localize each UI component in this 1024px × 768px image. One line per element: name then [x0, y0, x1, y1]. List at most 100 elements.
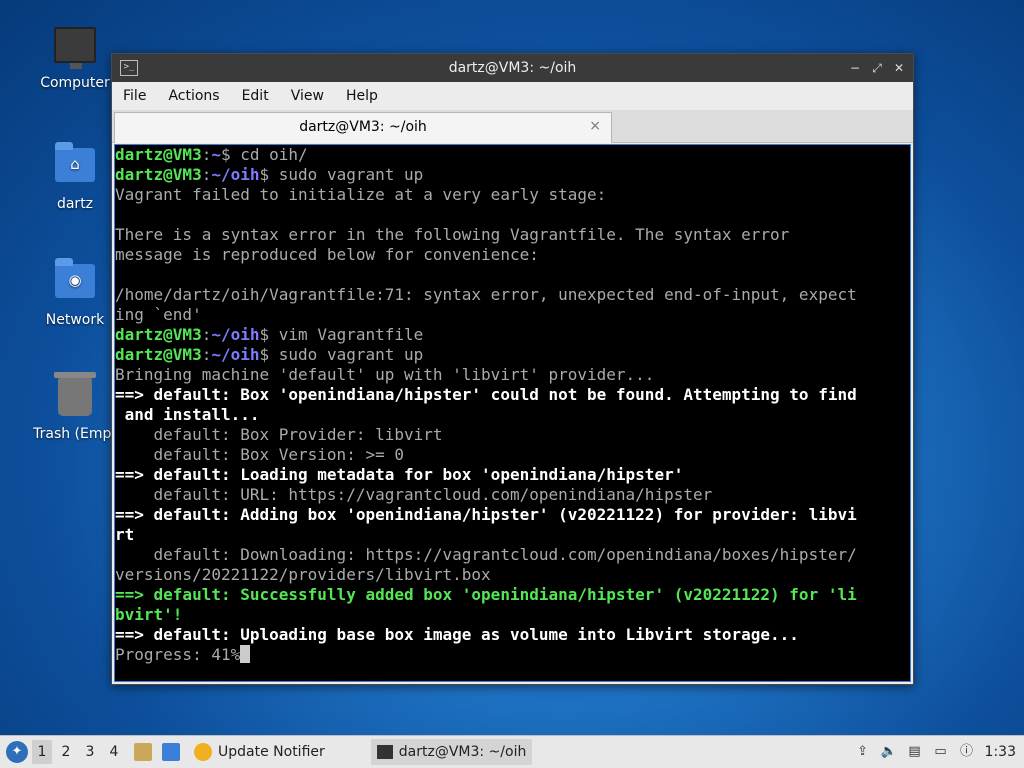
workspace-2[interactable]: 2 [56, 740, 76, 764]
terminal-line: dartz@VM3:~$ cd oih/ [115, 145, 910, 165]
terminal-window: >_ dartz@VM3: ~/oih − ⤢ ✕ File Actions E… [111, 53, 914, 685]
menu-help[interactable]: Help [335, 88, 389, 104]
desktop-icon-label: Computer [40, 75, 110, 91]
terminal-text: ~/oih [211, 165, 260, 184]
terminal-line: ==> default: Successfully added box 'ope… [115, 585, 910, 605]
terminal-line: default: URL: https://vagrantcloud.com/o… [115, 485, 910, 505]
menu-actions[interactable]: Actions [157, 88, 230, 104]
update-notifier-icon [194, 743, 212, 761]
terminal-line: ==> default: Loading metadata for box 'o… [115, 465, 910, 485]
terminal-line: dartz@VM3:~/oih$ sudo vagrant up [115, 165, 910, 185]
terminal-line: ==> default: Box 'openindiana/hipster' c… [115, 385, 910, 405]
terminal-text: Progress: 41% [115, 645, 241, 664]
terminal-text: dartz@VM3 [115, 145, 202, 164]
terminal-line: Bringing machine 'default' up with 'libv… [115, 365, 910, 385]
workspace-4[interactable]: 4 [104, 740, 124, 764]
maximize-icon[interactable]: ⤢ [869, 60, 885, 76]
window-titlebar[interactable]: >_ dartz@VM3: ~/oih − ⤢ ✕ [112, 54, 913, 82]
window-title: dartz@VM3: ~/oih [448, 60, 577, 76]
clock[interactable]: 1:33 [985, 744, 1016, 760]
home-folder-icon: ⌂ [54, 142, 96, 190]
terminal-text: There is a syntax error in the following… [115, 225, 790, 244]
terminal-text: dartz@VM3 [115, 325, 202, 344]
menu-edit[interactable]: Edit [231, 88, 280, 104]
terminal-line: Vagrant failed to initialize at a very e… [115, 185, 910, 205]
terminal-text: dartz@VM3 [115, 345, 202, 364]
terminal-text: $ vim Vagrantfile [259, 325, 424, 344]
clipboard-icon[interactable]: ▤ [907, 744, 923, 760]
terminal-line: default: Box Provider: libvirt [115, 425, 910, 445]
terminal-line: message is reproduced below for convenie… [115, 245, 910, 265]
terminal-text: and install... [115, 405, 260, 424]
terminal-text: : [201, 145, 212, 164]
task-update-notifier[interactable]: Update Notifier [188, 739, 331, 765]
terminal-text: default: Box Provider: libvirt [115, 425, 443, 444]
terminal-text: Vagrant failed to initialize at a very e… [115, 185, 607, 204]
desktop-icon-label: Network [45, 312, 105, 328]
terminal-text: : [201, 165, 212, 184]
terminal-text: $ sudo vagrant up [259, 345, 424, 364]
terminal-text: ==> default: Loading metadata for box 'o… [115, 465, 684, 484]
show-desktop-icon[interactable] [162, 743, 180, 761]
terminal-line: default: Box Version: >= 0 [115, 445, 910, 465]
network-folder-icon: ◉ [54, 258, 96, 306]
terminal-line: ==> default: Adding box 'openindiana/hip… [115, 505, 910, 525]
terminal-text: Bringing machine 'default' up with 'libv… [115, 365, 655, 384]
system-tray: ⇪ 🔈 ▤ ▭ ⓘ 1:33 [855, 744, 1016, 760]
volume-icon[interactable]: 🔈 [881, 744, 897, 760]
terminal-text: ~/oih [211, 325, 260, 344]
terminal-line: rt [115, 525, 910, 545]
tab-close-icon[interactable]: × [589, 118, 601, 134]
terminal-line: ing `end' [115, 305, 910, 325]
terminal-text: ing `end' [115, 305, 202, 324]
notification-icon[interactable]: ⓘ [959, 744, 975, 760]
terminal-text: default: URL: https://vagrantcloud.com/o… [115, 485, 713, 504]
terminal-text: default: Downloading: https://vagrantclo… [115, 545, 857, 564]
terminal-cursor [240, 645, 251, 663]
terminal-text: $ cd oih/ [220, 145, 308, 164]
workspace-3[interactable]: 3 [80, 740, 100, 764]
terminal-text: message is reproduced below for convenie… [115, 245, 539, 264]
terminal-line: bvirt'! [115, 605, 910, 625]
terminal-text: ==> default: Successfully added box 'ope… [115, 585, 857, 604]
start-menu-icon[interactable]: ✦ [6, 741, 28, 763]
terminal-line: versions/20221122/providers/libvirt.box [115, 565, 910, 585]
terminal-line: ==> default: Uploading base box image as… [115, 625, 910, 645]
task-label: dartz@VM3: ~/oih [398, 744, 527, 760]
file-manager-icon[interactable] [134, 743, 152, 761]
terminal-text: ~ [211, 145, 221, 164]
menu-file[interactable]: File [112, 88, 157, 104]
terminal-text: $ sudo vagrant up [259, 165, 424, 184]
terminal-text: : [201, 345, 212, 364]
upload-icon[interactable]: ⇪ [855, 744, 871, 760]
terminal-text: dartz@VM3 [115, 165, 202, 184]
network-icon[interactable]: ▭ [933, 744, 949, 760]
terminal-text: ==> default: Box 'openindiana/hipster' c… [115, 385, 857, 404]
trash-icon [54, 372, 96, 420]
tab-terminal[interactable]: dartz@VM3: ~/oih × [114, 112, 612, 143]
terminal-line: Progress: 41% [115, 645, 910, 665]
desktop-icon-label: Trash (Empt [33, 426, 117, 442]
taskbar: ✦ 1 2 3 4 Update Notifier dartz@VM3: ~/o… [0, 735, 1024, 768]
desktop-icon-home[interactable]: ⌂ dartz [25, 142, 125, 212]
terminal-text: /home/dartz/oih/Vagrantfile:71: syntax e… [115, 285, 857, 304]
workspace-1[interactable]: 1 [32, 740, 52, 764]
menu-view[interactable]: View [280, 88, 335, 104]
desktop-icon-label: dartz [56, 196, 94, 212]
minimize-icon[interactable]: − [847, 60, 863, 76]
terminal-text: ==> default: Uploading base box image as… [115, 625, 799, 644]
terminal-line: /home/dartz/oih/Vagrantfile:71: syntax e… [115, 285, 910, 305]
terminal-line: default: Downloading: https://vagrantclo… [115, 545, 910, 565]
close-icon[interactable]: ✕ [891, 60, 907, 76]
terminal-icon [376, 745, 393, 759]
terminal-line: dartz@VM3:~/oih$ vim Vagrantfile [115, 325, 910, 345]
desktop-icon-trash[interactable]: Trash (Empt [25, 372, 125, 442]
terminal-text: bvirt'! [115, 605, 183, 624]
terminal-output[interactable]: dartz@VM3:~$ cd oih/dartz@VM3:~/oih$ sud… [114, 144, 911, 682]
terminal-line: dartz@VM3:~/oih$ sudo vagrant up [115, 345, 910, 365]
task-terminal[interactable]: dartz@VM3: ~/oih [370, 739, 533, 765]
desktop-icon-computer[interactable]: Computer [25, 25, 125, 91]
desktop-icon-network[interactable]: ◉ Network [25, 258, 125, 328]
tab-title: dartz@VM3: ~/oih [299, 119, 427, 135]
